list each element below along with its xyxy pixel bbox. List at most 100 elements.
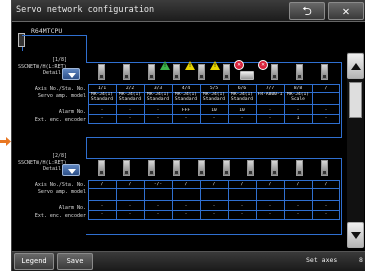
screen: Servo network configuration ⮌ ✕ R64MTCPU…	[11, 0, 365, 271]
error-icon: ✕	[234, 60, 244, 70]
servo-model-cell: MR-J4(1) Standard	[174, 92, 198, 102]
servo-amp-icon[interactable]	[247, 160, 254, 176]
enc-cell: -	[268, 116, 272, 121]
triangle-up-icon	[351, 63, 361, 70]
servo-amp-icon[interactable]	[148, 160, 155, 176]
servo-amp-icon[interactable]	[173, 160, 180, 176]
servo-model-cell	[172, 188, 200, 200]
scroll-up-button[interactable]	[347, 53, 364, 79]
alarm-cell: -	[100, 204, 104, 209]
alarm-cell: -	[184, 204, 188, 209]
alarm-cell: -	[296, 108, 300, 113]
triangle-down-icon	[351, 232, 361, 239]
network1-bus-return	[341, 62, 342, 138]
network2-detail-label: Detail	[43, 166, 62, 172]
alarm-cell: -	[156, 108, 160, 113]
link-line	[86, 137, 87, 159]
alarm-cell: -	[156, 204, 160, 209]
warning-icon: !	[210, 61, 220, 70]
servo-amp-icon[interactable]	[271, 64, 278, 80]
table-row-divider	[88, 210, 340, 211]
servo-amp-icon[interactable]	[223, 160, 230, 176]
alarm-cell: -	[128, 204, 132, 209]
servo-model-cell	[312, 92, 340, 104]
servo-amp-icon[interactable]	[123, 160, 130, 176]
alarm-cell: -	[324, 108, 328, 113]
network1-page: [1/8]	[52, 57, 68, 63]
alarm-cell: -	[212, 204, 216, 209]
enc-cell: -	[128, 116, 132, 121]
warning-icon: !	[185, 61, 195, 70]
servo-amp-icon[interactable]	[98, 160, 105, 176]
back-arrow-icon: ⮌	[302, 4, 312, 18]
error-icon: ✕	[258, 60, 268, 70]
enc-cell: -	[156, 116, 160, 121]
enc-cell: -	[100, 212, 104, 217]
enc-cell: -	[100, 116, 104, 121]
enc-cell: -	[268, 212, 272, 217]
servo-amp-icon[interactable]	[98, 64, 105, 80]
enc-cell: -	[212, 116, 216, 121]
alarm-cell: -	[100, 108, 104, 113]
servo-amp-icon[interactable]	[296, 64, 303, 80]
pointer-arrow-icon	[0, 137, 11, 146]
servo-amp-icon[interactable]	[321, 160, 328, 176]
legend-button[interactable]: Legend	[14, 253, 54, 270]
network-link-between	[86, 137, 342, 138]
servo-amp-icon[interactable]	[271, 160, 278, 176]
servo-amp-icon[interactable]	[223, 64, 230, 80]
row-label-ext-enc: Ext. enc. encoder	[34, 213, 86, 219]
save-button[interactable]: Save	[57, 253, 93, 270]
servo-amp-icon[interactable]	[198, 64, 205, 80]
link-line-top	[22, 35, 87, 36]
servo-amp-icon[interactable]	[198, 160, 205, 176]
network1-detail-label: Detail	[43, 70, 62, 76]
alarm-cell: -	[324, 204, 328, 209]
servo-model-cell: MR-J4(1) Standard	[230, 92, 254, 102]
enc-cell: -	[212, 212, 216, 217]
alarm-cell: 10	[239, 108, 245, 113]
row-label-axis: Axis No./Sta. No.	[34, 182, 86, 188]
row-label-servo-model: Servo amp. model	[37, 93, 86, 99]
servo-amp-icon[interactable]	[321, 64, 328, 80]
enc-cell: -	[240, 212, 244, 217]
servo-model-cell: FR-A800-1	[257, 92, 283, 97]
row-label-ext-enc: Ext. enc. encoder	[34, 117, 86, 123]
close-button[interactable]: ✕	[328, 2, 364, 20]
servo-amp-icon[interactable]	[296, 160, 303, 176]
table-row-divider	[88, 114, 340, 115]
network2-detail-button[interactable]	[62, 164, 80, 176]
servo-model-cell	[88, 188, 116, 200]
servo-model-cell	[228, 188, 256, 200]
inverter-icon[interactable]	[240, 71, 254, 80]
enc-cell: -	[240, 116, 244, 121]
enc-cell: -	[184, 212, 188, 217]
row-label-axis: Axis No./Sta. No.	[34, 86, 86, 92]
row-label-alarm: Alarm No.	[58, 109, 86, 115]
servo-amp-icon[interactable]	[148, 64, 155, 80]
enc-cell: -	[324, 212, 328, 217]
enc-cell: -	[324, 116, 328, 121]
row-label-alarm: Alarm No.	[58, 205, 86, 211]
network2-page: [2/8]	[52, 153, 68, 159]
alarm-cell: -	[268, 204, 272, 209]
alarm-cell: FFF	[181, 108, 191, 113]
servo-model-cell: MR-J4(1) Scale	[286, 92, 310, 102]
alarm-cell: -	[268, 108, 272, 113]
servo-model-cell	[144, 188, 172, 200]
servo-amp-icon[interactable]	[123, 64, 130, 80]
scroll-down-button[interactable]	[347, 222, 364, 248]
close-x-icon: ✕	[342, 4, 350, 18]
set-axes-value: 8	[359, 256, 363, 264]
servo-amp-icon[interactable]	[173, 64, 180, 80]
set-axes-label: Set axes	[306, 256, 338, 264]
table-row-divider	[88, 104, 340, 105]
network1-detail-button[interactable]	[62, 68, 80, 80]
back-button[interactable]: ⮌	[289, 2, 325, 20]
scrollbar-thumb[interactable]	[349, 82, 362, 118]
enc-cell: -	[128, 212, 132, 217]
alarm-cell: -	[128, 108, 132, 113]
enc-cell: -	[156, 212, 160, 217]
enc-cell: -	[296, 212, 300, 217]
servo-model-cell	[200, 188, 228, 200]
